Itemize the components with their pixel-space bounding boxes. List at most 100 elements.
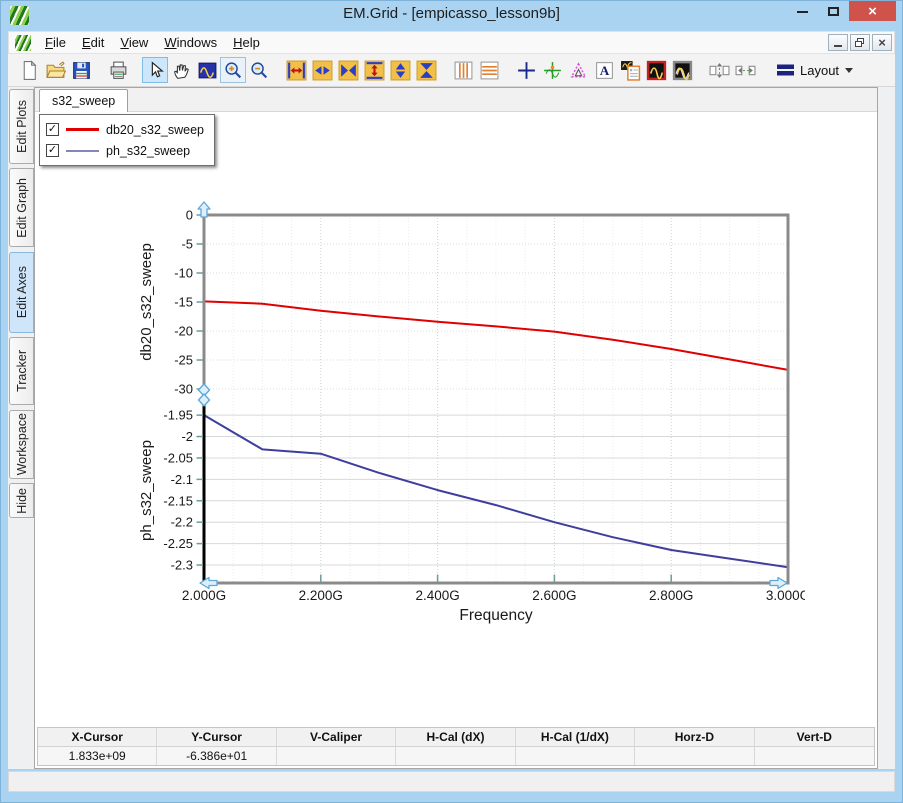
v-zoom-out-button[interactable] <box>387 57 413 83</box>
minimize-button[interactable] <box>787 1 818 22</box>
y-tick-label: -2.3 <box>171 558 193 573</box>
x-axis-title: Frequency <box>459 607 532 624</box>
x-tick-label: 2.200G <box>299 588 343 603</box>
h-split-button[interactable] <box>732 57 758 83</box>
v-stripes-icon <box>453 60 474 81</box>
close-button[interactable]: × <box>849 1 896 21</box>
mdi-restore-button[interactable] <box>850 34 870 51</box>
marker-button[interactable] <box>565 57 591 83</box>
trace-single-button[interactable] <box>643 57 669 83</box>
plot-tab-bar: s32_sweep <box>35 88 877 112</box>
mdi-window-controls: × <box>828 34 892 51</box>
select-cursor-icon <box>145 60 166 81</box>
x-tick-label: 2.400G <box>415 588 459 603</box>
readout-header-h-cal-1-dx-: H-Cal (1/dX) <box>516 728 635 746</box>
y-tick-label: -1.95 <box>163 408 193 423</box>
trace-multi-icon <box>672 60 693 81</box>
print-icon <box>108 60 129 81</box>
readout-value-y-cursor: -6.386e+01 <box>157 747 276 765</box>
menu-help[interactable]: Help <box>225 33 268 52</box>
trace-multi-button[interactable] <box>669 57 695 83</box>
legend-checkbox-ph_s32_sweep[interactable]: ✓ <box>46 144 59 157</box>
menu-edit[interactable]: Edit <box>74 33 112 52</box>
mdi-close-button[interactable]: × <box>872 34 892 51</box>
minimize-icon <box>797 11 808 13</box>
open-file-icon <box>45 60 66 81</box>
y-tick-label: -15 <box>174 295 193 310</box>
plot-tab-s32_sweep[interactable]: s32_sweep <box>39 89 128 112</box>
v-stripes-button[interactable] <box>450 57 476 83</box>
pan-hand-button[interactable] <box>168 57 194 83</box>
zoom-out-icon <box>249 60 270 81</box>
x-tick-label: 2.800G <box>649 588 693 603</box>
new-file-button[interactable] <box>16 57 42 83</box>
y-axis-handle-mid-lower[interactable] <box>199 394 210 406</box>
v-split-button[interactable] <box>706 57 732 83</box>
readout-header-x-cursor: X-Cursor <box>38 728 157 746</box>
h-stretch-icon <box>286 60 307 81</box>
app-window: EM.Grid - [empicasso_lesson9b] × FileEdi… <box>0 0 903 803</box>
sidebar-tab-label: Hide <box>15 488 29 514</box>
document-logo-icon <box>15 35 31 51</box>
v-zoom-out-icon <box>390 60 411 81</box>
v-zoom-in-button[interactable] <box>413 57 439 83</box>
y-axis-title-db20_s32_sweep: db20_s32_sweep <box>138 243 155 361</box>
sidebar-tab-edit-plots[interactable]: Edit Plots <box>9 89 34 164</box>
save-button[interactable] <box>68 57 94 83</box>
readout-header-y-cursor: Y-Cursor <box>157 728 276 746</box>
legend-line-sample <box>66 128 99 131</box>
sidebar-tab-label: Edit Plots <box>15 100 29 153</box>
h-zoom-in-icon <box>338 60 359 81</box>
y-tick-label: 0 <box>186 208 193 223</box>
sidebar-tab-label: Workspace <box>15 413 29 475</box>
x-tick-label: 2.000G <box>182 588 226 603</box>
select-cursor-button[interactable] <box>142 57 168 83</box>
menu-windows[interactable]: Windows <box>156 33 225 52</box>
window-title: EM.Grid - [empicasso_lesson9b] <box>1 5 902 22</box>
titlebar: EM.Grid - [empicasso_lesson9b] × <box>1 1 902 31</box>
chart: 0-5-10-15-20-25-30db20_s32_sweep-1.95-2-… <box>135 200 805 635</box>
x-axis-handle-right[interactable] <box>770 578 787 589</box>
zoom-in-button[interactable] <box>220 57 246 83</box>
open-file-button[interactable] <box>42 57 68 83</box>
marker-icon <box>568 60 589 81</box>
sidebar-tab-workspace[interactable]: Workspace <box>9 410 34 479</box>
chart-canvas: 0-5-10-15-20-25-30db20_s32_sweep-1.95-2-… <box>135 200 805 635</box>
y-tick-label: -2.2 <box>171 515 193 530</box>
tracker-button[interactable] <box>539 57 565 83</box>
sidebar-tab-label: Edit Graph <box>15 178 29 238</box>
text-label-button[interactable]: A <box>591 57 617 83</box>
menu-view[interactable]: View <box>112 33 156 52</box>
sidebar-tab-tracker[interactable]: Tracker <box>9 337 34 405</box>
legend-label: ph_s32_sweep <box>106 144 190 158</box>
print-button[interactable] <box>105 57 131 83</box>
x-tick-label: 2.600G <box>532 588 576 603</box>
zoom-out-button[interactable] <box>246 57 272 83</box>
maximize-button[interactable] <box>818 1 849 22</box>
menu-file[interactable]: File <box>37 33 74 52</box>
readout-value-vert-d <box>755 747 874 765</box>
layout-button[interactable]: Layout <box>772 57 857 83</box>
legend-checkbox-db20_s32_sweep[interactable]: ✓ <box>46 123 59 136</box>
text-label-icon: A <box>594 60 615 81</box>
h-stretch-button[interactable] <box>283 57 309 83</box>
mdi-minimize-button[interactable] <box>828 34 848 51</box>
mdi-child-window: s32_sweep ✓ db20_s32_sweep ✓ ph_s32_sweep 0… <box>34 87 878 769</box>
h-stripes-button[interactable] <box>476 57 502 83</box>
legend-line-sample <box>66 150 99 152</box>
sidebar-tab-hide[interactable]: Hide <box>9 483 34 518</box>
sidebar-tab-label: Edit Axes <box>15 266 29 318</box>
readout-value-h-cal-1-dx- <box>516 747 635 765</box>
sidebar-tab-edit-graph[interactable]: Edit Graph <box>9 168 34 247</box>
y-tick-label: -5 <box>181 237 193 252</box>
close-icon: × <box>868 3 877 20</box>
h-zoom-out-button[interactable] <box>309 57 335 83</box>
v-stretch-button[interactable] <box>361 57 387 83</box>
h-zoom-in-button[interactable] <box>335 57 361 83</box>
mdi-restore-icon <box>855 38 865 47</box>
fit-plot-button[interactable] <box>194 57 220 83</box>
sidebar-tab-edit-axes[interactable]: Edit Axes <box>9 252 34 333</box>
crosshair-button[interactable] <box>513 57 539 83</box>
legend-toggle-button[interactable] <box>617 57 643 83</box>
tracker-icon <box>542 60 563 81</box>
